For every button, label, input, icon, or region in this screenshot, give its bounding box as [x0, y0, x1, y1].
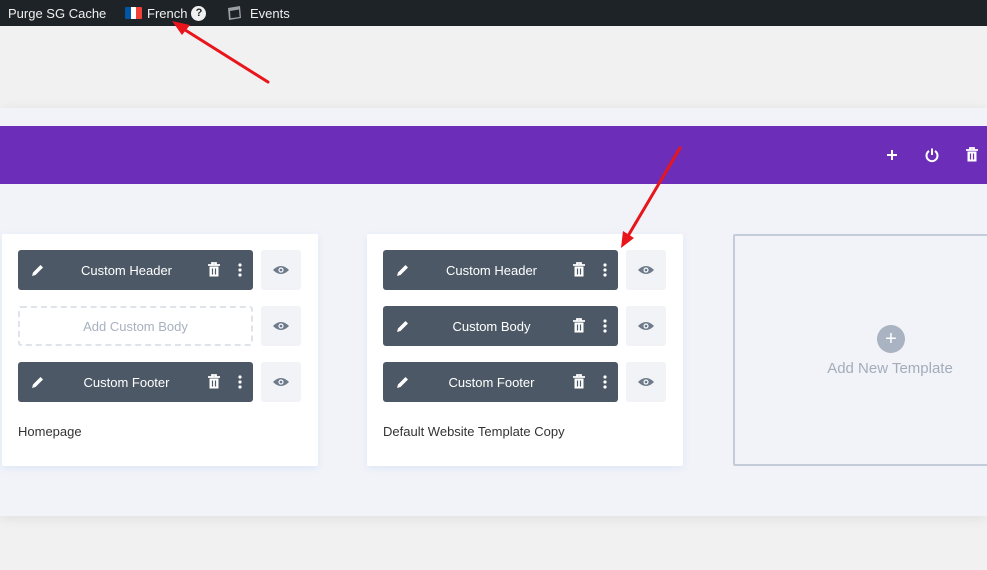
footer-slot-label: Custom Footer	[448, 374, 535, 390]
pencil-icon[interactable]	[395, 262, 411, 278]
body-slot[interactable]: Custom Body	[383, 306, 618, 346]
template-title[interactable]: Homepage	[18, 424, 82, 439]
eye-icon	[638, 266, 654, 274]
footer-slot[interactable]: Custom Footer	[383, 362, 618, 402]
calendar-icon	[225, 4, 243, 22]
trash-icon[interactable]	[207, 262, 221, 278]
delete-all-button[interactable]	[960, 143, 984, 167]
trash-icon[interactable]	[572, 318, 586, 334]
eye-icon	[273, 378, 289, 386]
more-options-icon[interactable]	[601, 318, 609, 334]
add-custom-body-label: Add Custom Body	[83, 318, 188, 334]
plus-icon: +	[877, 325, 905, 353]
trash-icon[interactable]	[207, 374, 221, 390]
header-slot[interactable]: Custom Header	[383, 250, 618, 290]
more-options-icon[interactable]	[601, 374, 609, 390]
footer-slot[interactable]: Custom Footer	[18, 362, 253, 402]
header-visibility-button[interactable]	[626, 250, 666, 290]
more-options-icon[interactable]	[601, 262, 609, 278]
body-visibility-button[interactable]	[626, 306, 666, 346]
body-visibility-button[interactable]	[261, 306, 301, 346]
add-new-template-card[interactable]: + Add New Template	[733, 234, 987, 466]
add-custom-body-slot[interactable]: Add Custom Body	[18, 306, 253, 346]
pencil-icon[interactable]	[30, 262, 46, 278]
pencil-icon[interactable]	[30, 374, 46, 390]
language-switcher[interactable]: French ?	[125, 0, 207, 26]
french-flag-icon	[125, 7, 142, 19]
body-slot-label: Custom Body	[452, 318, 531, 334]
purge-cache-label: Purge SG Cache	[8, 5, 107, 21]
events-label: Events	[250, 5, 290, 21]
admin-bar: Purge SG Cache French ? Events	[0, 0, 987, 26]
template-card-homepage: Custom Header Add Custom Body Custom Foo…	[2, 234, 318, 466]
template-card-default-copy: Custom Header Custom Body Custom Footer …	[367, 234, 683, 466]
add-new-template-label: Add New Template	[827, 360, 953, 377]
more-options-icon[interactable]	[236, 262, 244, 278]
eye-icon	[638, 322, 654, 330]
header-slot[interactable]: Custom Header	[18, 250, 253, 290]
trash-icon[interactable]	[572, 374, 586, 390]
add-template-button[interactable]	[880, 143, 904, 167]
header-slot-label: Custom Header	[445, 262, 538, 278]
template-title[interactable]: Default Website Template Copy	[383, 424, 565, 439]
header-slot-label: Custom Header	[80, 262, 173, 278]
trash-icon[interactable]	[572, 262, 586, 278]
eye-icon	[638, 378, 654, 386]
footer-slot-label: Custom Footer	[83, 374, 170, 390]
header-visibility-button[interactable]	[261, 250, 301, 290]
power-icon	[925, 148, 939, 163]
footer-visibility-button[interactable]	[261, 362, 301, 402]
arrow-to-language	[180, 26, 270, 84]
pencil-icon[interactable]	[395, 318, 411, 334]
purge-cache-link[interactable]: Purge SG Cache	[8, 0, 106, 26]
help-icon[interactable]: ?	[191, 5, 207, 21]
eye-icon	[273, 266, 289, 274]
theme-builder-toolbar	[0, 126, 987, 184]
pencil-icon[interactable]	[395, 374, 411, 390]
trash-icon	[966, 147, 978, 162]
events-link[interactable]: Events	[225, 0, 290, 26]
more-options-icon[interactable]	[236, 374, 244, 390]
plus-icon	[887, 150, 897, 160]
portability-button[interactable]	[920, 143, 944, 167]
footer-visibility-button[interactable]	[626, 362, 666, 402]
language-label: French	[147, 5, 188, 21]
eye-icon	[273, 322, 289, 330]
